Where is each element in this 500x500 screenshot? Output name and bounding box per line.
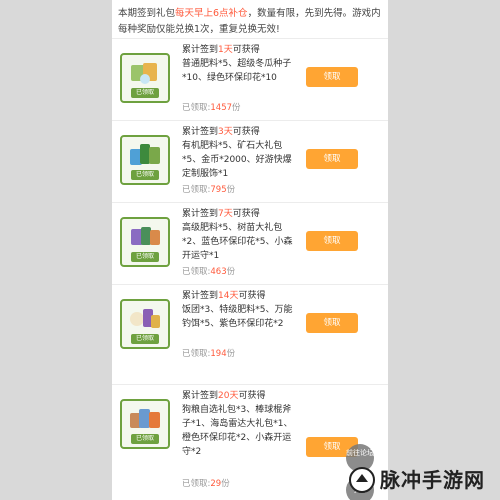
reward-tag: 已领取 bbox=[131, 170, 159, 180]
reward-tag: 已领取 bbox=[131, 88, 159, 98]
reward-days: 20天 bbox=[218, 391, 239, 401]
reward-description: 有机肥料*5、矿石大礼包*5、金币*2000、好游快爆定制服饰*1 bbox=[182, 141, 292, 179]
notice-text-part1: 本期签到礼包 bbox=[118, 8, 176, 19]
watermark: 脉冲手游网 bbox=[344, 462, 500, 498]
claim-button[interactable]: 领取 bbox=[306, 149, 358, 169]
reward-description: 饭团*3、特级肥料*5、万能钓饵*5、紫色环保印花*2 bbox=[182, 305, 293, 329]
reward-description: 普通肥料*5、超级冬瓜种子*10、绿色环保印花*10 bbox=[182, 59, 292, 83]
reward-tag: 已领取 bbox=[131, 334, 159, 344]
reward-days: 7天 bbox=[218, 209, 233, 219]
claimed-count: 已领取:29份 bbox=[182, 479, 230, 489]
reward-thumbnail: 已领取 bbox=[120, 135, 170, 185]
claimed-count: 已领取:463份 bbox=[182, 267, 236, 277]
reward-tag: 已领取 bbox=[131, 434, 159, 444]
gift-pack-icon bbox=[131, 227, 160, 245]
reward-item-2: 已领取 累计签到3天可获得 有机肥料*5、矿石大礼包*5、金币*2000、好游快… bbox=[112, 120, 388, 203]
claimed-count: 已领取:795份 bbox=[182, 185, 236, 195]
circle-logo-icon bbox=[349, 467, 375, 493]
reward-days: 3天 bbox=[218, 127, 233, 137]
claim-button[interactable]: 领取 bbox=[306, 67, 358, 87]
gift-pack-icon bbox=[131, 63, 157, 84]
claimed-count: 已领取:194份 bbox=[182, 349, 236, 359]
reward-description: 狗粮自选礼包*3、棒球棍斧子*1、海岛雷达大礼包*1、橙色环保印花*2、小森开运… bbox=[182, 405, 293, 457]
reward-title: 累计签到1天可获得 bbox=[182, 45, 260, 55]
reward-item-3: 已领取 累计签到7天可获得 高级肥料*5、树苗大礼包*2、蓝色环保印花*5、小森… bbox=[112, 202, 388, 285]
watermark-text: 脉冲手游网 bbox=[380, 468, 485, 492]
reward-title: 累计签到3天可获得 bbox=[182, 127, 260, 137]
reward-thumbnail: 已领取 bbox=[120, 399, 170, 449]
gift-pack-icon bbox=[130, 144, 160, 165]
reward-thumbnail: 已领取 bbox=[120, 217, 170, 267]
gift-pack-icon bbox=[130, 409, 160, 428]
sign-in-reward-page: 本期签到礼包每天早上6点补仓，数量有限，先到先得。游戏内每种奖励仅能兑换1次，重… bbox=[112, 0, 388, 500]
reward-title: 累计签到7天可获得 bbox=[182, 209, 260, 219]
reward-description: 高级肥料*5、树苗大礼包*2、蓝色环保印花*5、小森开运守*1 bbox=[182, 223, 293, 261]
gift-pack-icon bbox=[130, 309, 160, 328]
claim-button[interactable]: 领取 bbox=[306, 313, 358, 333]
reward-title: 累计签到14天可获得 bbox=[182, 291, 266, 301]
claimed-count: 已领取:1457份 bbox=[182, 103, 241, 113]
reward-days: 14天 bbox=[218, 291, 239, 301]
reward-title: 累计签到20天可获得 bbox=[182, 391, 266, 401]
claim-button[interactable]: 领取 bbox=[306, 231, 358, 251]
notice-highlight: 每天早上6点补仓 bbox=[175, 8, 248, 19]
reward-item-1: 已领取 累计签到1天可获得 普通肥料*5、超级冬瓜种子*10、绿色环保印花*10… bbox=[112, 38, 388, 121]
reward-days: 1天 bbox=[218, 45, 233, 55]
notice-text: 本期签到礼包每天早上6点补仓，数量有限，先到先得。游戏内每种奖励仅能兑换1次，重… bbox=[118, 6, 384, 38]
reward-thumbnail: 已领取 bbox=[120, 299, 170, 349]
reward-tag: 已领取 bbox=[131, 252, 159, 262]
reward-thumbnail: 已领取 bbox=[120, 53, 170, 103]
reward-item-4: 已领取 累计签到14天可获得 饭团*3、特级肥料*5、万能钓饵*5、紫色环保印花… bbox=[112, 284, 388, 367]
